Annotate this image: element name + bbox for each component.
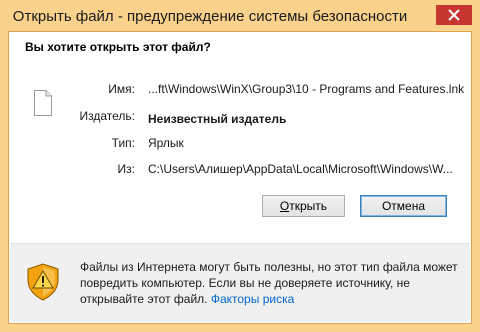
window-title: Открыть файл - предупреждение системы бе…: [12, 8, 408, 25]
publisher-value: Неизвестный издатель: [148, 112, 287, 126]
warning-text-block: Файлы из Интернета могут быть полезны, н…: [80, 259, 460, 307]
from-value: C:\Users\Алишер\AppData\Local\Microsoft\…: [148, 162, 453, 176]
security-footer: Файлы из Интернета могут быть полезны, н…: [10, 243, 470, 322]
risk-factors-link[interactable]: Факторы риска: [211, 292, 294, 306]
name-value: ...ft\Windows\WinX\Group3\10 - Programs …: [148, 82, 465, 96]
type-value: Ярлык: [148, 136, 184, 150]
name-label: Имя:: [108, 82, 135, 96]
question-heading: Вы хотите открыть этот файл?: [25, 40, 211, 54]
cancel-button[interactable]: Отмена: [360, 195, 447, 217]
security-warning-dialog: Открыть файл - предупреждение системы бе…: [0, 0, 480, 332]
cancel-button-label: Отмена: [381, 199, 426, 213]
open-button-label: ткрыть: [289, 199, 328, 213]
warning-shield-icon: [27, 263, 59, 301]
open-button[interactable]: Открыть: [262, 195, 345, 217]
from-label: Из:: [117, 162, 135, 176]
publisher-label: Издатель:: [79, 109, 136, 123]
type-label: Тип:: [111, 136, 135, 150]
open-button-accesskey: О: [279, 199, 290, 213]
close-icon: [448, 9, 460, 21]
dialog-content: Вы хотите открыть этот файл? Имя: ...ft\…: [8, 31, 472, 324]
title-bar[interactable]: Открыть файл - предупреждение системы бе…: [0, 0, 480, 34]
close-button[interactable]: [436, 5, 472, 25]
